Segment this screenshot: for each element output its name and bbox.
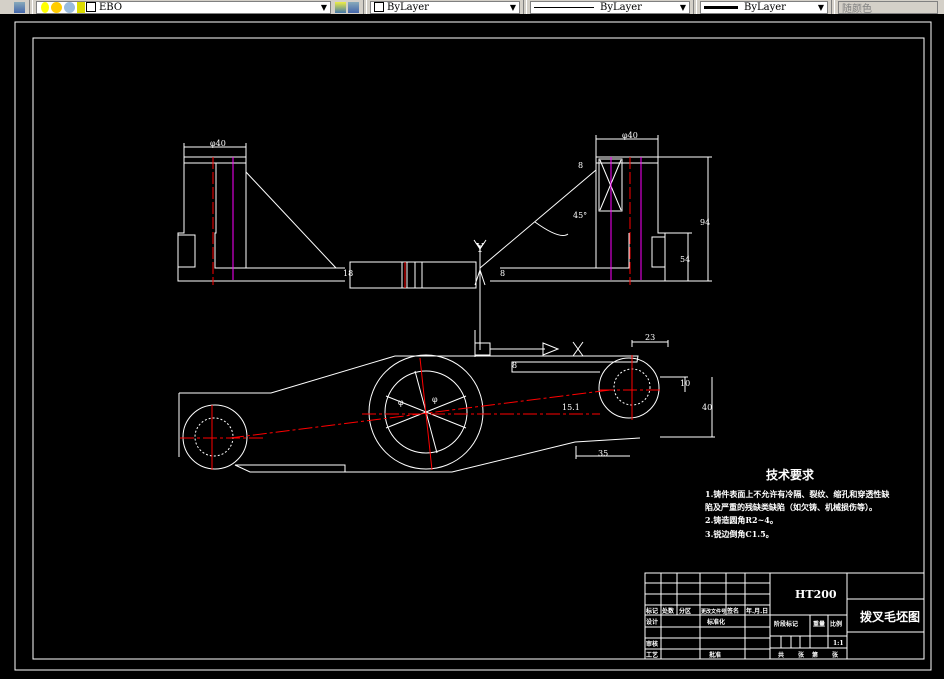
- note-line: 陷及严重的残缺类缺陷（如欠铸、机械损伤等）。: [705, 502, 877, 512]
- toolbar-separator: [29, 0, 33, 14]
- lineweight-value: ByLayer: [744, 1, 786, 13]
- header-mark: 标记: [645, 607, 658, 615]
- dim-top-offset: 23: [645, 333, 655, 342]
- linetype-dropdown[interactable]: ByLayer ▼: [530, 0, 690, 14]
- lightbulb-icon[interactable]: [41, 1, 49, 13]
- chevron-down-icon[interactable]: ▼: [818, 2, 824, 14]
- material: HT200: [795, 588, 837, 601]
- right-boss-top: [595, 156, 659, 164]
- plotstyle-dropdown[interactable]: 随颜色: [838, 0, 938, 15]
- dim-dia-b: φ: [432, 395, 438, 404]
- scale-value: 1:1: [833, 640, 844, 647]
- drawing-frame: [32, 37, 925, 660]
- dim-right-width: φ40: [622, 131, 638, 140]
- header-count: 处数: [661, 607, 675, 615]
- top-view-dimensions: φ40 φ40 8 45° 94 54 18 8 Y: [210, 131, 710, 278]
- sheet-unit: 张: [798, 651, 805, 659]
- drawing-title: 拨叉毛坯图: [860, 609, 920, 624]
- label-scale: 比例: [830, 620, 842, 628]
- layer-dropdown[interactable]: EBO ▼: [36, 0, 331, 14]
- dim-center-offset: 15.1: [562, 403, 580, 412]
- color-value: ByLayer: [387, 1, 429, 13]
- plotstyle-value: 随颜色: [842, 3, 872, 15]
- header-date: 年.月.日: [746, 607, 768, 615]
- dim-angle: 45°: [573, 211, 587, 220]
- color-swatch: [374, 2, 384, 12]
- chevron-down-icon[interactable]: ▼: [321, 2, 327, 14]
- layer-name: EBO: [99, 1, 123, 13]
- label-approve: 批准: [709, 651, 721, 659]
- toolbar-separator: [363, 0, 367, 14]
- notes-title: 技术要求: [766, 467, 815, 482]
- linetype-value: ByLayer: [600, 1, 642, 13]
- label-process: 工艺: [646, 651, 658, 659]
- sheet-number: 第: [811, 651, 818, 659]
- note-line: 2.铸造圆角R2~4。: [705, 515, 778, 525]
- dim-left-width: φ40: [210, 139, 226, 148]
- freeze-icon[interactable]: [64, 1, 75, 13]
- dim-right-height: 40: [702, 403, 712, 412]
- lineweight-dropdown[interactable]: ByLayer ▼: [700, 0, 828, 14]
- dim-bore: 18: [343, 269, 353, 278]
- toolbar-separator: [831, 0, 835, 14]
- dim-overall-height: 94: [700, 218, 710, 227]
- lock-icon[interactable]: [77, 1, 85, 13]
- make-current-layer-icon[interactable]: [335, 1, 346, 13]
- dim-boss-height: 54: [680, 255, 690, 264]
- hub: [349, 261, 477, 289]
- dim-slot-plan: 8: [512, 361, 517, 370]
- lineweight-sample: [704, 5, 738, 9]
- header-signature: 签名: [726, 607, 739, 615]
- sheet-total: 共: [778, 651, 784, 659]
- header-change-doc: 更改文件号: [701, 608, 726, 615]
- drawing-canvas[interactable]: φ40 φ40 8 45° 94 54 18 8 Y 23 8 10 40 35…: [0, 14, 944, 679]
- dim-chamfer: 8: [578, 161, 583, 170]
- header-zone: 分区: [679, 607, 691, 615]
- left-hatch: [177, 234, 196, 268]
- label-review: 审核: [646, 640, 658, 648]
- layer-previous-icon[interactable]: [348, 1, 359, 13]
- sun-icon[interactable]: [51, 1, 62, 13]
- plan-view: [178, 330, 715, 473]
- layer-color-swatch: [86, 2, 96, 12]
- label-design: 设计: [646, 618, 658, 626]
- right-hatch: [651, 236, 666, 268]
- linetype-sample: [534, 6, 594, 8]
- toolbar-separator: [693, 0, 697, 14]
- note-line: 1.铸件表面上不允许有冷隔、裂纹、缩孔和穿透性缺: [705, 489, 890, 499]
- dim-bottom-width: 35: [598, 449, 608, 458]
- datum-x-label: X: [575, 353, 576, 355]
- chevron-down-icon[interactable]: ▼: [510, 2, 516, 14]
- datum-y-label: Y: [475, 241, 485, 255]
- chevron-down-icon[interactable]: ▼: [680, 2, 686, 14]
- properties-toolbar: EBO ▼ ByLayer ▼ ByLayer ▼ ByLayer ▼ 随颜色: [0, 0, 944, 14]
- label-stage-mark: 阶段标记: [774, 620, 798, 628]
- dim-right-offset: 10: [680, 379, 690, 388]
- sheet-unit: 张: [832, 651, 839, 659]
- dim-slot: 8: [500, 269, 505, 278]
- toolbar-separator: [523, 0, 527, 14]
- top-view: [177, 135, 712, 350]
- color-dropdown[interactable]: ByLayer ▼: [370, 0, 520, 14]
- label-weight: 重量: [813, 620, 825, 628]
- left-boss-top: [183, 156, 247, 164]
- note-line: 3.锐边倒角C1.5。: [705, 529, 774, 539]
- layer-manager-icon[interactable]: [14, 1, 25, 13]
- plan-view-dimensions: 23 8 10 40 35 15.1 φ φ X: [398, 333, 712, 458]
- dim-dia-a: φ: [398, 398, 404, 407]
- label-standardization: 标准化: [706, 618, 725, 626]
- technical-requirements: 技术要求 1.铸件表面上不允许有冷隔、裂纹、缩孔和穿透性缺 陷及严重的残缺类缺陷…: [705, 467, 890, 539]
